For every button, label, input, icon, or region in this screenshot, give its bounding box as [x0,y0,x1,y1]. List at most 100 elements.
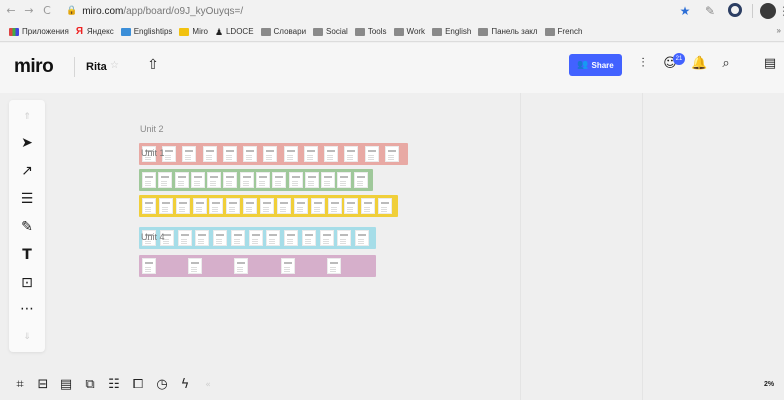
star-icon[interactable]: ☆ [110,60,119,71]
slide-thumbnail[interactable] [248,230,263,246]
slide-thumbnail[interactable] [378,198,393,214]
slide-thumbnail[interactable] [239,172,254,188]
reaction-icon[interactable]: ϟ [177,376,193,394]
opera-icon[interactable] [727,3,743,19]
slide-thumbnail[interactable] [195,230,210,246]
bookmark-item[interactable]: Я Яндекс [76,26,114,36]
slide-thumbnail[interactable] [283,146,298,162]
slide-thumbnail[interactable] [303,146,318,162]
slide-thumbnail[interactable] [337,230,352,246]
cards-icon[interactable]: ⧉ [82,376,98,394]
slide-thumbnail[interactable] [202,146,217,162]
slide-thumbnail[interactable] [234,258,249,274]
slide-thumbnail[interactable] [190,172,205,188]
slide-thumbnail[interactable] [327,198,342,214]
bell-icon[interactable]: 🔔 [691,56,707,72]
slide-thumbnail[interactable] [337,172,352,188]
slide-thumbnail[interactable] [321,172,336,188]
slide-thumbnail[interactable] [304,172,319,188]
bookmark-item[interactable]: English [432,27,471,36]
screen-icon[interactable]: ⧠ [130,376,146,394]
avatar[interactable] [760,3,776,19]
bookmark-item[interactable]: Панель закл [478,27,538,36]
slide-thumbnail[interactable] [174,172,189,188]
url-field[interactable]: 🔒 miro.com /app/board/o9J_kyOuyqs=/ [66,6,243,17]
slide-thumbnail[interactable] [326,258,341,274]
search-icon[interactable]: ⌕ [718,56,734,72]
timer-icon[interactable]: ◷ [154,376,170,394]
slide-thumbnail[interactable] [158,172,173,188]
slide-thumbnail[interactable] [310,198,325,214]
pen-icon[interactable]: ✎ [15,216,39,238]
slide-thumbnail[interactable] [293,198,308,214]
connector-icon[interactable]: ↗ [15,160,39,182]
board-frame-row[interactable] [139,195,398,217]
zoom-level[interactable]: 2% [764,381,774,388]
more-icon[interactable]: ⋯ [15,298,39,320]
slide-thumbnail[interactable] [207,172,222,188]
slide-thumbnail[interactable] [344,198,359,214]
slide-thumbnail[interactable] [230,230,245,246]
slide-thumbnail[interactable] [266,230,281,246]
slide-thumbnail[interactable] [355,230,370,246]
toolbar-collapse-icon[interactable]: ⇑ [15,106,39,128]
bookmark-item[interactable]: Приложения [9,27,69,36]
slide-thumbnail[interactable] [209,198,224,214]
bookmark-item[interactable]: Tools [354,27,387,36]
miro-logo[interactable]: miro [14,56,54,78]
back-icon[interactable]: ← [4,4,18,18]
bookmark-item[interactable]: Miro [179,27,208,36]
slide-thumbnail[interactable] [243,146,258,162]
slide-thumbnail[interactable] [319,230,334,246]
share-button[interactable]: 👥 Share [569,54,622,76]
bookmark-item[interactable]: ♟ LDOCE [215,27,254,36]
slide-thumbnail[interactable] [243,198,258,214]
slide-thumbnail[interactable] [284,230,299,246]
bookmark-item[interactable]: Englishtips [120,27,172,36]
slide-thumbnail[interactable] [353,172,368,188]
toolbar-expand-icon[interactable]: ⇓ [15,326,39,348]
slide-thumbnail[interactable] [324,146,339,162]
board-name[interactable]: Rita [86,61,107,73]
slide-thumbnail[interactable] [192,198,207,214]
slide-thumbnail[interactable] [182,146,197,162]
slide-thumbnail[interactable] [276,198,291,214]
upload-icon[interactable]: ⊡ [15,272,39,294]
slide-thumbnail[interactable] [223,172,238,188]
bookmarks-more-icon[interactable]: » [777,26,781,35]
slide-thumbnail[interactable] [260,198,275,214]
board-frame-row[interactable] [139,169,373,191]
star-icon[interactable]: ★ [677,3,693,19]
export-icon[interactable]: ⇧ [146,57,160,73]
template-icon[interactable]: ☰ [15,188,39,210]
notes-icon[interactable]: ▤ [58,376,74,394]
slide-thumbnail[interactable] [384,146,399,162]
frames-icon[interactable]: ⌗ [12,376,28,394]
slide-thumbnail[interactable] [256,172,270,188]
slide-thumbnail[interactable] [280,258,295,274]
board-canvas[interactable] [0,93,784,400]
board-frame-row[interactable] [139,255,376,277]
slide-thumbnail[interactable] [142,172,156,188]
slide-thumbnail[interactable] [288,172,303,188]
slide-thumbnail[interactable] [188,258,203,274]
reload-icon[interactable]: C [40,4,54,18]
kebab-icon[interactable]: ⋮ [778,4,784,18]
slide-thumbnail[interactable] [142,258,156,274]
settings-sliders-icon[interactable]: ⫶ [635,56,651,72]
board-frame-row[interactable]: Unit 1 [139,143,408,165]
slide-thumbnail[interactable] [272,172,287,188]
slide-thumbnail[interactable] [301,230,316,246]
slide-thumbnail[interactable] [175,198,190,214]
comment-icon[interactable]: ⊟ [35,376,51,394]
slide-thumbnail[interactable] [263,146,278,162]
slide-thumbnail[interactable] [222,146,237,162]
bookmark-item[interactable]: Work [393,27,425,36]
bookmark-item[interactable]: Словари [260,27,306,36]
text-icon[interactable]: T [15,244,39,266]
slide-thumbnail[interactable] [364,146,379,162]
panel-icon[interactable]: ▤ [762,56,778,72]
slide-thumbnail[interactable] [344,146,359,162]
bookmark-item[interactable]: Social [313,27,348,36]
slide-thumbnail[interactable] [213,230,228,246]
